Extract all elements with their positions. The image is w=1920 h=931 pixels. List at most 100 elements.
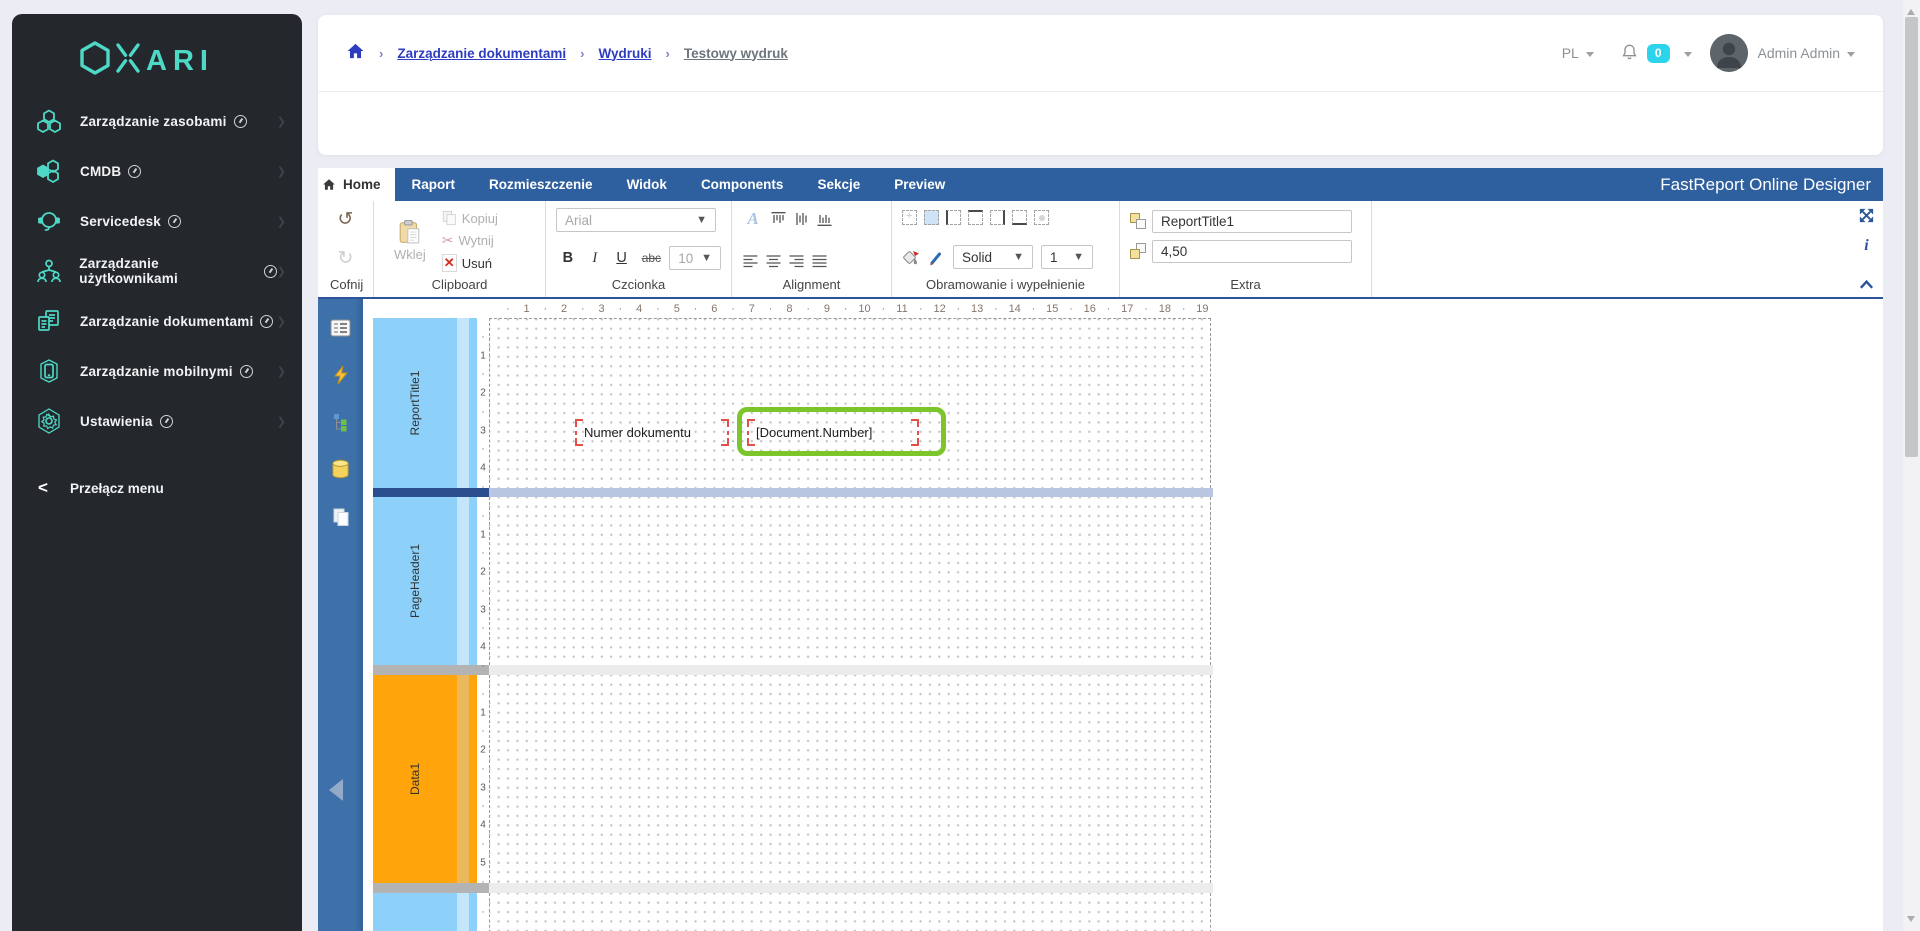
object-height-input[interactable] — [1152, 240, 1352, 263]
sidebar-item-users[interactable]: Zarządzanie użytkownikami ❯ — [12, 246, 302, 296]
events-icon[interactable] — [329, 364, 353, 386]
redo-button[interactable]: ↻ — [334, 249, 357, 268]
valign-middle-button[interactable] — [793, 211, 810, 227]
border-group: Solid ▼ 1 ▼ Obramowanie i wypełnienie — [892, 201, 1120, 297]
band-page-area[interactable] — [489, 497, 1211, 665]
oxari-logo[interactable]: ARI — [12, 14, 302, 96]
bell-icon[interactable] — [1620, 42, 1639, 65]
sidebar: ARI Zarządzanie zasobami ❯ CMDB ❯ — [12, 14, 302, 931]
tab-home[interactable]: Home — [318, 168, 395, 201]
underline-button[interactable]: U — [610, 247, 634, 269]
tab-sekcje[interactable]: Sekcje — [800, 168, 877, 201]
report-tree-icon[interactable] — [329, 411, 353, 433]
sidebar-item-assets[interactable]: Zarządzanie zasobami ❯ — [12, 96, 302, 146]
sidebar-item-documents[interactable]: Zarządzanie dokumentami ❯ — [12, 296, 302, 346]
page-scrollbar[interactable] — [1903, 0, 1920, 931]
border-props-button[interactable] — [1034, 210, 1049, 225]
breadcrumb-link-wydruki[interactable]: Wydruki — [598, 46, 651, 61]
pages-icon[interactable] — [329, 505, 353, 527]
font-size-select[interactable]: 10 ▼ — [669, 246, 721, 270]
select-caret-icon: ▼ — [701, 252, 712, 264]
text-object-field[interactable]: [Document.Number] — [748, 420, 918, 445]
scrollbar-thumb[interactable] — [1905, 17, 1918, 457]
clipboard-group: Wklej Kopiuj ✂ Wytnij ✕ — [374, 201, 546, 297]
align-justify-button[interactable] — [811, 254, 828, 269]
object-name-input[interactable] — [1152, 210, 1352, 233]
align-right-button[interactable] — [788, 254, 805, 269]
fill-color-button[interactable] — [902, 249, 920, 266]
text-color-brush-button[interactable] — [928, 249, 945, 266]
band-separator[interactable] — [373, 883, 1883, 893]
tab-preview[interactable]: Preview — [877, 168, 962, 201]
valign-bottom-button[interactable] — [816, 211, 833, 227]
italic-button[interactable]: I — [583, 247, 607, 269]
border-width-select[interactable]: 1 ▼ — [1041, 245, 1093, 269]
sidebar-item-mobile[interactable]: Zarządzanie mobilnymi ❯ — [12, 346, 302, 396]
band-page-area[interactable] — [489, 893, 1211, 931]
top-card: › Zarządzanie dokumentami › Wydruki › Te… — [318, 15, 1883, 155]
border-left-button[interactable] — [946, 210, 961, 225]
language-selector[interactable]: PL — [1562, 45, 1594, 61]
copy-button[interactable]: Kopiuj — [442, 210, 498, 226]
tab-raport[interactable]: Raport — [395, 168, 473, 201]
collapse-panel-icon[interactable] — [329, 779, 343, 801]
border-top-button[interactable] — [968, 210, 983, 225]
border-none-button[interactable] — [902, 210, 917, 225]
user-menu[interactable]: Admin Admin — [1758, 45, 1855, 61]
properties-icon[interactable] — [329, 317, 353, 339]
undo-button[interactable]: ↺ — [334, 210, 357, 229]
align-center-button[interactable] — [765, 254, 782, 269]
strikethrough-button[interactable]: abc — [636, 247, 666, 269]
data-source-icon[interactable] — [329, 458, 353, 480]
bring-forward-icon[interactable] — [1130, 213, 1147, 230]
canvas-side-toolbar — [318, 299, 363, 931]
cut-button[interactable]: ✂ Wytnij — [442, 232, 498, 249]
collapse-ribbon-icon[interactable] — [1859, 277, 1874, 295]
valign-top-button[interactable] — [770, 211, 787, 227]
tab-components[interactable]: Components — [684, 168, 801, 201]
border-all-button[interactable] — [924, 210, 939, 225]
text-object-content: Numer dokumentu — [584, 425, 691, 440]
undo-group: ↺ ↻ Cofnij — [318, 201, 374, 297]
assets-icon — [34, 108, 64, 134]
sidebar-item-servicedesk[interactable]: Servicedesk ❯ — [12, 196, 302, 246]
brush-icon — [928, 249, 945, 266]
band-header-reporttitle[interactable]: ReportTitle1 — [373, 318, 457, 488]
delete-button[interactable]: ✕ Usuń — [442, 254, 498, 272]
breadcrumb-link-documents[interactable]: Zarządzanie dokumentami — [397, 46, 566, 61]
scroll-down-icon[interactable] — [1907, 916, 1915, 926]
band-separator[interactable] — [373, 488, 1883, 497]
band-header-data[interactable]: Data1 — [373, 675, 457, 883]
font-color-button[interactable]: A — [742, 209, 764, 229]
sidebar-item-cmdb[interactable]: CMDB ❯ — [12, 146, 302, 196]
band-header-partial[interactable] — [373, 893, 457, 931]
notification-badge[interactable]: 0 — [1647, 44, 1670, 63]
font-size-value: 10 — [678, 251, 693, 266]
gauge-icon — [160, 415, 173, 428]
avatar[interactable] — [1710, 34, 1748, 72]
home-icon[interactable] — [346, 42, 365, 65]
bold-button[interactable]: B — [556, 247, 580, 269]
sidebar-toggle[interactable]: < Przełącz menu — [12, 466, 302, 510]
band-partial: · — [373, 893, 1883, 931]
align-left-button[interactable] — [742, 254, 759, 269]
border-style-select[interactable]: Solid ▼ — [953, 245, 1033, 269]
fullscreen-icon[interactable] — [1858, 207, 1875, 229]
text-object-label[interactable]: Numer dokumentu — [576, 420, 728, 445]
send-backward-icon[interactable] — [1130, 243, 1147, 260]
band-header-pageheader[interactable]: PageHeader1 — [373, 497, 457, 665]
font-family-select[interactable]: Arial ▼ — [556, 208, 716, 232]
sidebar-item-settings[interactable]: Ustawienia ❯ — [12, 396, 302, 446]
band-page-area[interactable]: Numer dokumentu [Document.Number] — [489, 318, 1211, 488]
border-bottom-button[interactable] — [1012, 210, 1027, 225]
band-separator[interactable] — [373, 665, 1883, 675]
scroll-up-icon[interactable] — [1907, 5, 1915, 15]
paste-button[interactable]: Wklej — [384, 208, 436, 274]
band-page-area[interactable] — [489, 675, 1211, 883]
tab-widok[interactable]: Widok — [610, 168, 684, 201]
caret-down-icon[interactable] — [1684, 52, 1692, 61]
delete-x-icon: ✕ — [442, 254, 457, 272]
info-icon[interactable]: i — [1864, 238, 1868, 254]
border-right-button[interactable] — [990, 210, 1005, 225]
tab-rozmieszczenie[interactable]: Rozmieszczenie — [472, 168, 610, 201]
